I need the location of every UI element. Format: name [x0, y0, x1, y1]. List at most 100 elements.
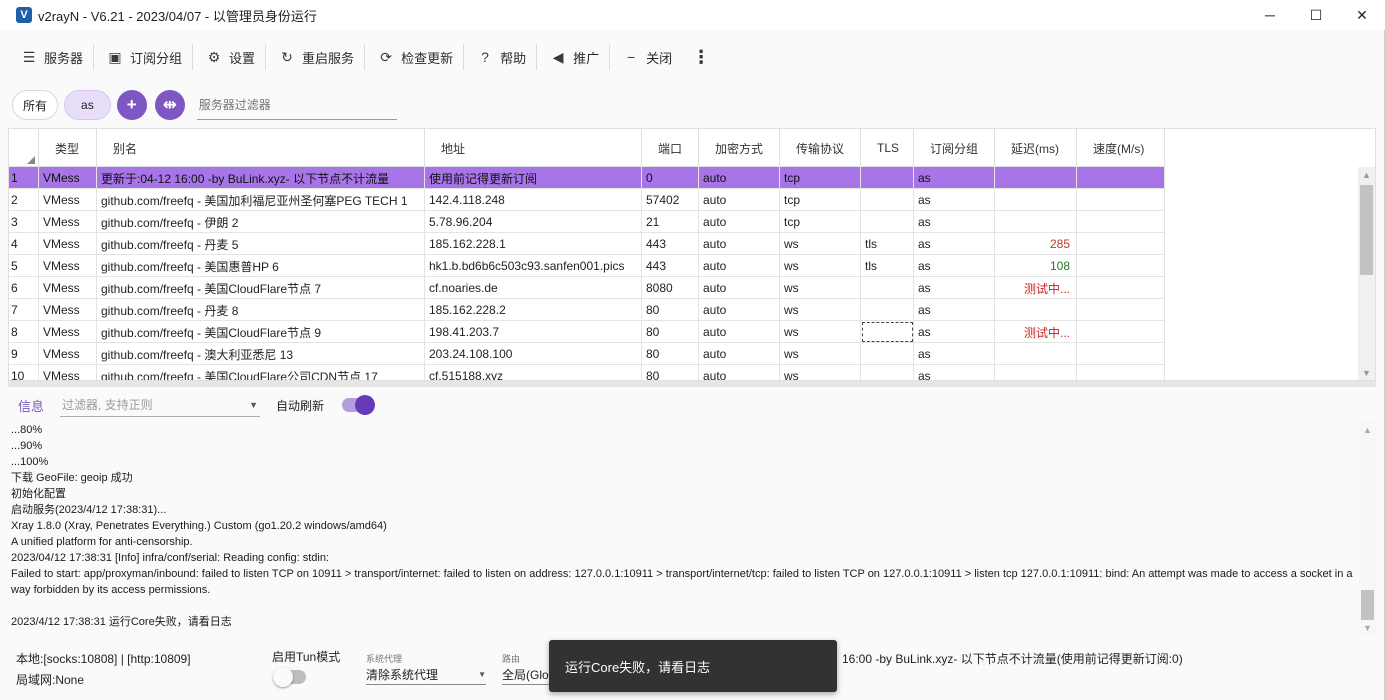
maximize-button[interactable]: ☐	[1293, 0, 1339, 30]
column-header-tls[interactable]: TLS	[861, 129, 914, 167]
add-group-button[interactable]: +	[116, 90, 147, 120]
cell-transport: tcp	[780, 211, 861, 233]
group-chip-all[interactable]: 所有	[12, 90, 59, 120]
manage-group-button[interactable]: ⇹	[154, 90, 185, 120]
check-update-label: 检查更新	[401, 50, 454, 66]
cell-row-number: 3	[9, 211, 39, 233]
column-header-type[interactable]: 类型	[39, 129, 97, 167]
check-update-button[interactable]: ⟳ 检查更新	[365, 41, 463, 73]
cell-row-number: 7	[9, 299, 39, 321]
server-row[interactable]: 3 VMess github.com/freefq - 伊朗 2 5.78.96.20…	[9, 211, 1165, 233]
settings-button[interactable]: ⚙ 设置	[193, 41, 265, 73]
cell-tls	[861, 189, 914, 211]
scroll-down-icon[interactable]: ▼	[1358, 365, 1375, 380]
cell-sub-group: as	[914, 277, 995, 299]
cell-tls: tls	[861, 255, 914, 277]
cell-port: 0	[642, 167, 699, 189]
server-row[interactable]: 6 VMess github.com/freefq - 美国CloudFlare节点…	[9, 277, 1165, 299]
minimize-button[interactable]: ─	[1247, 0, 1293, 30]
cell-port: 80	[642, 365, 699, 380]
cell-speed	[1077, 211, 1165, 233]
server-row[interactable]: 9 VMess github.com/freefq - 澳大利亚悉尼 13 203.2…	[9, 343, 1165, 365]
cell-tls: tls	[861, 233, 914, 255]
help-button[interactable]: ? 帮助	[464, 41, 536, 73]
close-window-button[interactable]: ✕	[1339, 0, 1385, 30]
cell-alias: github.com/freefq - 美国CloudFlare公司CDN节点 …	[97, 365, 425, 380]
server-row[interactable]: 7 VMess github.com/freefq - 丹麦 8 185.162.22…	[9, 299, 1165, 321]
column-header-row-number[interactable]	[9, 129, 39, 167]
grid-scrollbar[interactable]: ▲ ▼	[1358, 167, 1375, 380]
restart-service-button[interactable]: ↻ 重启服务	[266, 41, 364, 73]
system-proxy-select[interactable]: 系统代理 清除系统代理 ▼	[366, 652, 486, 685]
grid-scroll-thumb[interactable]	[1360, 185, 1373, 275]
column-header-transport[interactable]: 传输协议	[780, 129, 861, 167]
column-header-encryption[interactable]: 加密方式	[699, 129, 780, 167]
group-filter-bar: 所有 as + ⇹	[12, 89, 397, 121]
server-list-grid: 类型 别名 地址 端口 加密方式 传输协议 TLS 订阅分组 延迟(ms) 速度(M/s) 1 VM…	[8, 128, 1376, 381]
server-row[interactable]: 2 VMess github.com/freefq - 美国加利福尼亚州圣何塞PEG…	[9, 189, 1165, 211]
scroll-up-icon[interactable]: ▲	[1358, 167, 1375, 183]
cell-address: cf.515188.xyz	[425, 365, 642, 380]
cell-sub-group: as	[914, 365, 995, 380]
local-port-info: 本地:[socks:10808] | [http:10809]	[16, 652, 191, 666]
scroll-down-icon[interactable]: ▼	[1359, 620, 1376, 636]
cell-type: VMess	[39, 189, 97, 211]
log-line: A unified platform for anti-censorship.	[11, 536, 193, 548]
cell-tls	[861, 211, 914, 233]
group-chip-as[interactable]: as	[64, 90, 111, 120]
cell-port: 443	[642, 233, 699, 255]
log-scrollbar[interactable]: ▲ ▼	[1359, 422, 1376, 636]
title-bar: V v2rayN - V6.21 - 2023/04/07 - 以管理员身份运行…	[0, 0, 1385, 30]
server-row[interactable]: 5 VMess github.com/freefq - 美国惠普HP 6 hk1.b.…	[9, 255, 1165, 277]
cell-port: 8080	[642, 277, 699, 299]
server-row[interactable]: 10 VMess github.com/freefq - 美国CloudFlare公…	[9, 365, 1165, 380]
cell-row-number: 1	[9, 167, 39, 189]
promote-button[interactable]: ◀ 推广	[537, 41, 609, 73]
cell-delay: 测试中...	[995, 277, 1077, 299]
cell-alias: github.com/freefq - 美国CloudFlare节点 9	[97, 321, 425, 343]
cell-alias: github.com/freefq - 伊朗 2	[97, 211, 425, 233]
column-header-sub-group[interactable]: 订阅分组	[914, 129, 995, 167]
auto-refresh-toggle[interactable]	[342, 395, 376, 415]
more-options-icon[interactable]: ⋮	[682, 47, 720, 68]
cell-port: 21	[642, 211, 699, 233]
cell-row-number: 10	[9, 365, 39, 380]
server-row[interactable]: 8 VMess github.com/freefq - 美国CloudFlare节点…	[9, 321, 1165, 343]
lan-info: 局域网:None	[16, 673, 85, 687]
column-header-address[interactable]: 地址	[425, 129, 642, 167]
server-row[interactable]: 1 VMess 更新于:04-12 16:00 -by BuLink.xyz- 以下…	[9, 167, 1165, 189]
cell-port: 443	[642, 255, 699, 277]
cell-address: 203.24.108.100	[425, 343, 642, 365]
log-filter-combobox[interactable]: 过滤器, 支持正则 ▼	[60, 393, 261, 417]
column-header-delay[interactable]: 延迟(ms)	[995, 129, 1077, 167]
subscription-group-button[interactable]: ▣ 订阅分组	[94, 41, 192, 73]
tab-info[interactable]: 信息	[18, 396, 44, 415]
cell-alias: 更新于:04-12 16:00 -by BuLink.xyz- 以下节点不计流量	[97, 167, 425, 189]
window-title: v2rayN - V6.21 - 2023/04/07 - 以管理员身份运行	[38, 8, 317, 24]
cell-type: VMess	[39, 277, 97, 299]
column-header-port[interactable]: 端口	[642, 129, 699, 167]
tun-mode-toggle[interactable]	[273, 667, 306, 687]
gear-icon: ⚙	[207, 48, 221, 65]
log-line: ...80%	[11, 424, 43, 436]
cell-encryption: auto	[699, 365, 780, 380]
subscription-label: 订阅分组	[130, 50, 183, 66]
cell-speed	[1077, 167, 1165, 189]
server-row[interactable]: 4 VMess github.com/freefq - 丹麦 5 185.162.22…	[9, 233, 1165, 255]
scroll-up-icon[interactable]: ▲	[1359, 422, 1376, 438]
cell-address: cf.noaries.de	[425, 277, 642, 299]
close-app-button[interactable]: − 关闭	[610, 41, 682, 73]
cell-row-number: 2	[9, 189, 39, 211]
column-header-alias[interactable]: 别名	[97, 129, 425, 167]
panel-splitter[interactable]	[8, 381, 1376, 387]
cell-encryption: auto	[699, 167, 780, 189]
servers-menu-button[interactable]: ☰ 服务器	[8, 41, 93, 73]
column-header-speed[interactable]: 速度(M/s)	[1077, 129, 1165, 167]
cell-sub-group: as	[914, 167, 995, 189]
cell-transport: ws	[780, 233, 861, 255]
log-scroll-thumb[interactable]	[1361, 590, 1374, 620]
server-filter-input[interactable]	[196, 90, 397, 120]
cell-speed	[1077, 299, 1165, 321]
log-line: 启动服务(2023/4/12 17:38:31)...	[11, 504, 167, 516]
